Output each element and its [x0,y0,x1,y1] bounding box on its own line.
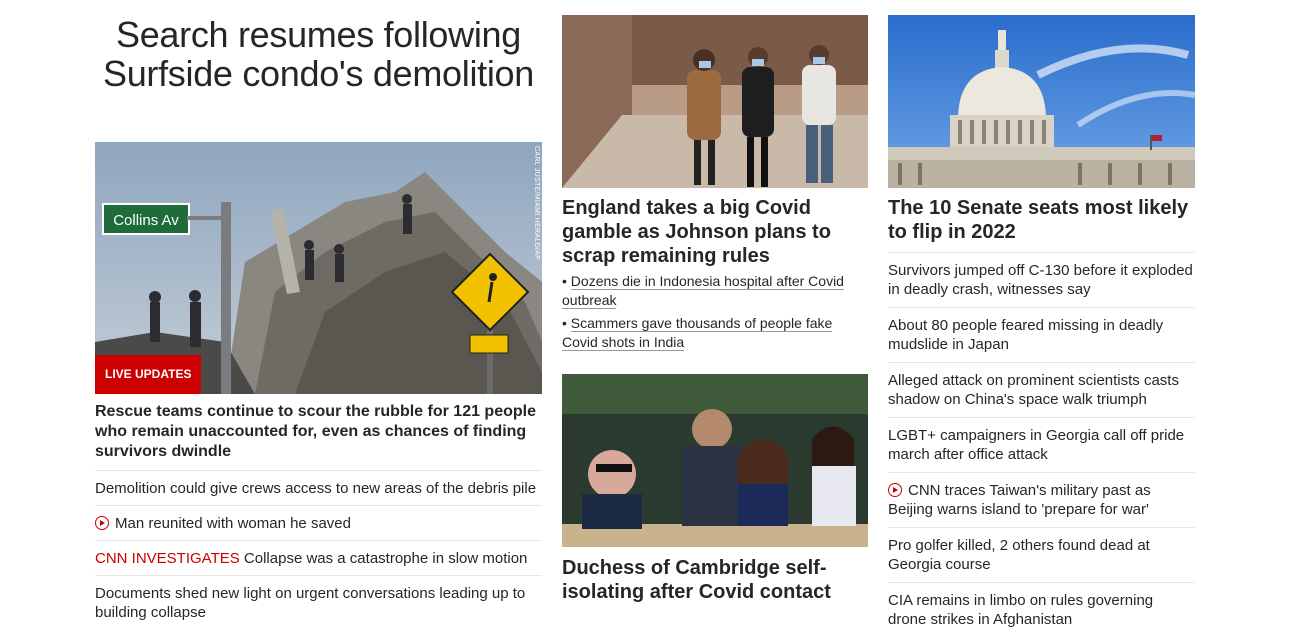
link-text: Documents shed new light on urgent conve… [95,585,526,621]
link-text: CNN traces Taiwan's military past as Bei… [888,482,1151,518]
right-link-georgia-pride[interactable]: LGBT+ campaigners in Georgia call off pr… [888,417,1195,472]
right-link-c130[interactable]: Survivors jumped off C-130 before it exp… [888,252,1195,307]
hero-link-list: Demolition could give crews access to ne… [95,470,542,629]
england-image[interactable] [562,15,868,188]
bullet-text: Scammers gave thousands of people fake C… [562,315,833,351]
us-capitol-photo [888,15,1195,188]
link-text: Alleged attack on prominent scientists c… [888,372,1179,408]
link-text: Collapse was a catastrophe in slow motio… [239,550,528,567]
hero-column: Search resumes following Surfside condo'… [95,0,542,629]
link-text: LGBT+ campaigners in Georgia call off pr… [888,427,1185,463]
link-text: About 80 people feared missing in deadly… [888,317,1164,353]
hero-lead-text[interactable]: Rescue teams continue to scour the rubbl… [95,394,542,470]
capitol-image[interactable] [888,15,1195,188]
right-link-china-space[interactable]: Alleged attack on prominent scientists c… [888,362,1195,417]
link-text: CIA remains in limbo on rules governing … [888,592,1154,628]
link-text: Demolition could give crews access to ne… [95,480,537,497]
right-link-taiwan[interactable]: CNN traces Taiwan's military past as Bei… [888,472,1195,527]
hero-link-documents[interactable]: Documents shed new light on urgent conve… [95,575,542,629]
hero-link-investigates[interactable]: CNN INVESTIGATES Collapse was a catastro… [95,540,542,575]
england-bullet-scammers[interactable]: • Scammers gave thousands of people fake… [562,314,868,352]
link-kicker: CNN INVESTIGATES [95,550,240,567]
right-link-golfer[interactable]: Pro golfer killed, 2 others found dead a… [888,527,1195,582]
right-column: The 10 Senate seats most likely to flip … [888,0,1195,637]
england-headline[interactable]: England takes a big Covid gamble as John… [562,188,868,268]
video-play-icon [888,483,902,497]
wimbledon-crowd-photo [562,374,868,547]
hero-image[interactable]: Collins Av CARL JUSTE/MIAMI HERALD/AP LI… [95,142,542,394]
bullet-text: Dozens die in Indonesia hospital after C… [562,273,844,309]
hero-link-reunited[interactable]: Man reunited with woman he saved [95,505,542,540]
london-street-photo [562,15,868,188]
link-text: Man reunited with woman he saved [115,515,351,532]
video-play-icon [95,516,109,530]
link-text: Pro golfer killed, 2 others found dead a… [888,537,1150,573]
senate-headline[interactable]: The 10 Senate seats most likely to flip … [888,188,1195,252]
right-link-mudslide[interactable]: About 80 people feared missing in deadly… [888,307,1195,362]
street-sign: Collins Av [113,212,179,229]
right-link-list: Survivors jumped off C-130 before it exp… [888,252,1195,637]
right-link-cia[interactable]: CIA remains in limbo on rules governing … [888,582,1195,637]
england-bullet-indonesia[interactable]: • Dozens die in Indonesia hospital after… [562,272,868,310]
live-updates-badge[interactable]: LIVE UPDATES [95,355,202,394]
duchess-headline[interactable]: Duchess of Cambridge self-isolating afte… [562,547,868,604]
middle-column: England takes a big Covid gamble as John… [562,0,868,604]
hero-link-demolition[interactable]: Demolition could give crews access to ne… [95,470,542,505]
photo-credit: CARL JUSTE/MIAMI HERALD/AP [533,146,540,261]
hero-headline[interactable]: Search resumes following Surfside condo'… [95,0,542,142]
duchess-image[interactable] [562,374,868,547]
link-text: Survivors jumped off C-130 before it exp… [888,262,1193,298]
